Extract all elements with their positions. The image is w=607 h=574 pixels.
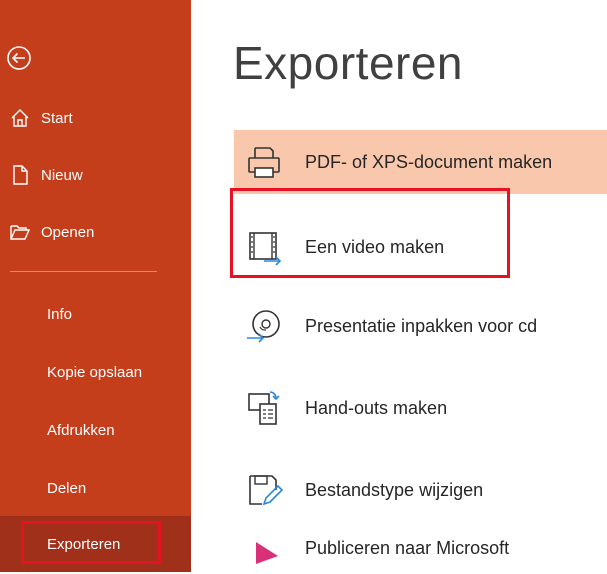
option-change-file-type[interactable]: Bestandstype wijzigen [234, 458, 607, 522]
option-package-cd[interactable]: Presentatie inpakken voor cd [234, 294, 607, 358]
sidebar-item-label: Afdrukken [47, 421, 115, 439]
page-title: Exporteren [233, 37, 464, 89]
sidebar-item-kopie-opslaan[interactable]: Kopie opslaan [0, 352, 191, 392]
change-file-type-icon [241, 467, 287, 513]
sidebar-item-label: Exporteren [47, 535, 121, 553]
option-label: PDF- of XPS-document maken [305, 151, 553, 172]
option-label: Hand-outs maken [305, 397, 448, 418]
option-pdf-xps[interactable]: PDF- of XPS-document maken [234, 130, 607, 194]
sidebar-item-label: Nieuw [41, 166, 83, 184]
sidebar-item-start[interactable]: Start [0, 98, 191, 138]
sidebar-divider [10, 271, 157, 272]
backstage-sidebar: Start Nieuw Openen Info Kopie opslaan Af… [0, 0, 191, 572]
new-document-icon [9, 164, 31, 186]
option-video[interactable]: Een video maken [234, 215, 607, 279]
back-button[interactable] [4, 43, 34, 73]
handouts-icon [241, 385, 287, 431]
publish-icon [241, 534, 287, 564]
sidebar-item-openen[interactable]: Openen [0, 212, 191, 252]
sidebar-item-nieuw[interactable]: Nieuw [0, 155, 191, 195]
video-icon [241, 224, 287, 270]
sidebar-item-afdrukken[interactable]: Afdrukken [0, 410, 191, 450]
option-label: Bestandstype wijzigen [305, 479, 484, 500]
sidebar-item-label: Delen [47, 479, 87, 497]
sidebar-item-info[interactable]: Info [0, 294, 191, 334]
sidebar-item-label: Start [41, 109, 73, 127]
cd-package-icon [241, 303, 287, 349]
folder-open-icon [9, 221, 31, 243]
option-label: Presentatie inpakken voor cd [305, 315, 538, 336]
option-publish[interactable]: Publiceren naar Microsoft [234, 534, 607, 574]
sidebar-item-label: Openen [41, 223, 95, 241]
sidebar-item-delen[interactable]: Delen [0, 468, 191, 508]
option-label: Publiceren naar Microsoft [305, 538, 510, 558]
sidebar-item-label: Kopie opslaan [47, 363, 143, 381]
back-arrow-icon [7, 46, 31, 70]
option-label: Een video maken [305, 236, 445, 257]
sidebar-item-label: Info [47, 305, 73, 323]
pdf-document-icon [241, 139, 287, 185]
home-icon [9, 107, 31, 129]
option-handouts[interactable]: Hand-outs maken [234, 376, 607, 440]
